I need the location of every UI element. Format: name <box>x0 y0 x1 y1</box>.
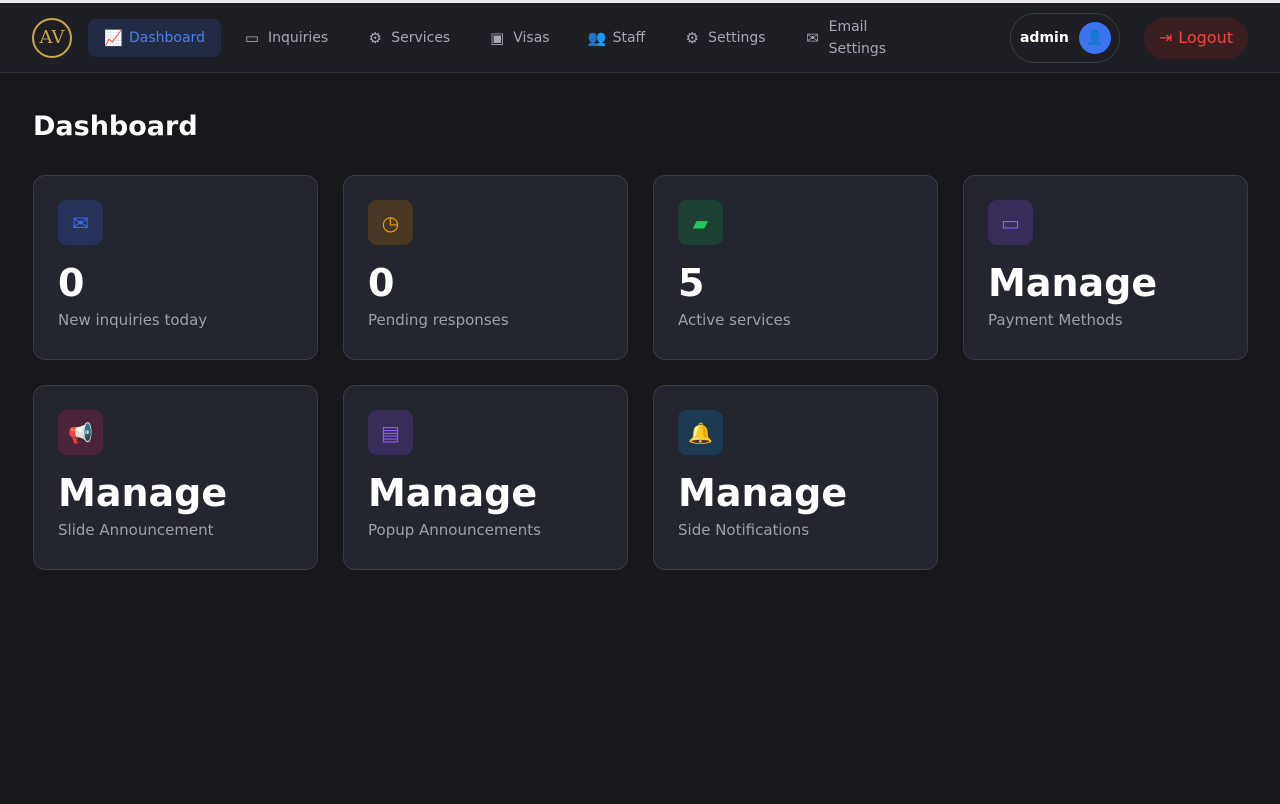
gear-icon: ⚙ <box>685 28 699 47</box>
bullhorn-icon: 📢 <box>58 410 103 455</box>
card-label: Payment Methods <box>988 311 1123 329</box>
stat-card[interactable]: ▰ 5 Active services <box>653 175 938 360</box>
passport-icon: ▣ <box>490 28 505 47</box>
card-label: Popup Announcements <box>368 521 541 539</box>
window-icon: ▤ <box>368 410 413 455</box>
card-value: Manage <box>368 471 538 515</box>
cogs-icon: ⚙ <box>368 28 382 47</box>
nav-item-label: Settings <box>708 29 766 46</box>
stat-card[interactable]: 🔔 Manage Side Notifications <box>653 385 938 570</box>
stat-card[interactable]: 📢 Manage Slide Announcement <box>33 385 318 570</box>
card-value: Manage <box>988 261 1158 305</box>
nav-item-label: Visas <box>513 29 550 46</box>
card-label: Slide Announcement <box>58 521 214 539</box>
card-value: Manage <box>678 471 848 515</box>
bell-icon: 🔔 <box>678 410 723 455</box>
nav-item-label: Email Settings <box>828 18 887 57</box>
sign-out-icon: ⇥ <box>1158 28 1173 47</box>
stat-card[interactable]: ◷ 0 Pending responses <box>343 175 628 360</box>
top-nav: AV 📈 Dashboard ▭ Inquiries ⚙ Services ▣ Visas 👥 S… <box>0 3 1280 73</box>
user-menu[interactable]: admin 👤 <box>1009 12 1120 63</box>
envelope-icon: ✉ <box>58 200 103 245</box>
user-avatar-icon: 👤 <box>1078 21 1111 54</box>
card-value: 5 <box>678 261 705 305</box>
logo[interactable]: AV <box>32 17 72 58</box>
clock-icon: ◷ <box>368 200 413 245</box>
nav-item-label: Staff <box>612 29 646 46</box>
nav-item-email-settings[interactable]: ✉ Email Settings <box>788 19 905 57</box>
nav-item-staff[interactable]: 👥 Staff <box>572 19 662 57</box>
briefcase-icon: ▰ <box>678 200 723 245</box>
stat-card[interactable]: ▭ Manage Payment Methods <box>963 175 1248 360</box>
nav-item-dashboard[interactable]: 📈 Dashboard <box>88 18 221 57</box>
nav-item-visas[interactable]: ▣ Visas <box>472 19 565 57</box>
logout-button[interactable]: ⇥ Logout <box>1143 16 1248 59</box>
dashboard-cards: ✉ 0 New inquiries today ◷ 0 Pending respo… <box>33 175 1280 570</box>
users-icon: 👥 <box>587 28 607 47</box>
stat-card[interactable]: ▤ Manage Popup Announcements <box>343 385 628 570</box>
nav-item-inquiries[interactable]: ▭ Inquiries <box>227 19 344 57</box>
card-value: 0 <box>368 261 395 305</box>
stat-card[interactable]: ✉ 0 New inquiries today <box>33 175 318 360</box>
card-label: Side Notifications <box>678 521 810 539</box>
inbox-icon: ▭ <box>244 28 260 47</box>
nav-item-settings[interactable]: ⚙ Settings <box>667 19 781 57</box>
page-title: Dashboard <box>33 111 198 142</box>
card-label: New inquiries today <box>58 311 208 329</box>
card-label: Active services <box>678 311 791 329</box>
logout-label: Logout <box>1178 28 1233 47</box>
card-value: 0 <box>58 261 85 305</box>
card-label: Pending responses <box>368 311 509 329</box>
card-value: Manage <box>58 471 228 515</box>
username: admin <box>1019 29 1069 46</box>
chart-line-icon: 📈 <box>104 28 123 47</box>
nav-item-services[interactable]: ⚙ Services <box>350 19 466 57</box>
credit-card-icon: ▭ <box>988 200 1033 245</box>
nav-item-label: Inquiries <box>267 29 329 46</box>
envelope-open-icon: ✉ <box>806 28 819 47</box>
nav-item-label: Dashboard <box>129 29 205 46</box>
nav-item-label: Services <box>391 29 451 46</box>
